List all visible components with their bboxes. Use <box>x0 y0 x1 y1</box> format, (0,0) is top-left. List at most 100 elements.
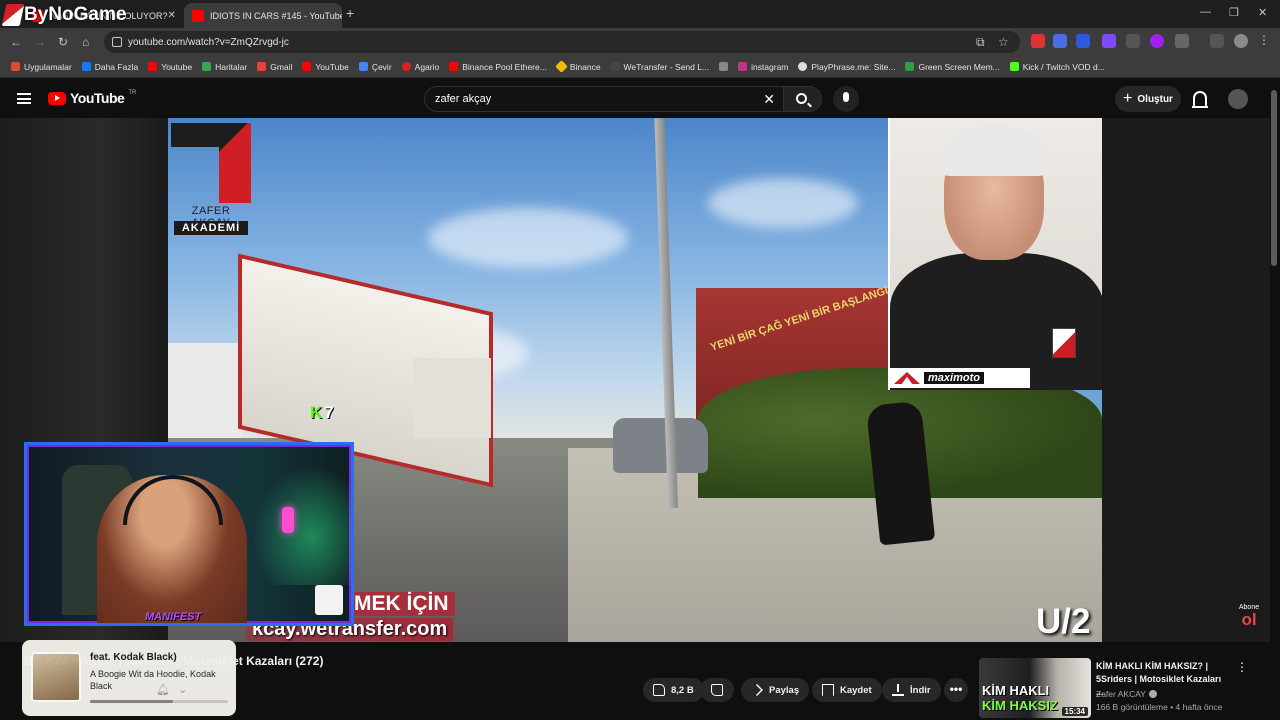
restore-icon[interactable]: ❐ <box>1229 6 1239 19</box>
reload-icon[interactable]: ↻ <box>58 35 68 49</box>
kick-icon: K <box>310 403 323 422</box>
share-button[interactable]: Paylaş <box>741 678 810 702</box>
bookmark-more[interactable]: Daha Fazla <box>77 62 143 72</box>
like-count: 8,2 B <box>671 684 694 696</box>
save-label: Kaydet <box>840 684 872 696</box>
bookmark-wetransfer[interactable]: WeTransfer - Send L... <box>606 62 715 72</box>
minimize-icon[interactable]: — <box>1200 6 1211 18</box>
forward-icon[interactable]: → <box>34 35 46 49</box>
bookmark-label: Gmail <box>270 61 293 72</box>
install-app-icon[interactable]: ⧉ <box>976 35 985 50</box>
extension-profile-icon[interactable] <box>1150 34 1164 48</box>
home-icon[interactable]: ⌂ <box>82 35 89 49</box>
video-caption-1: MEK İÇİN <box>348 592 455 616</box>
bookmark-greenscreen[interactable]: Green Screen Mem... <box>900 62 1004 72</box>
bookmark-label: YouTube <box>315 61 349 72</box>
notifications-bell-icon[interactable] <box>1192 91 1208 108</box>
close-window-icon[interactable]: ✕ <box>1258 6 1267 19</box>
recommended-channel[interactable]: Zafer AKCAY <box>1096 689 1157 699</box>
thumb-text-1: KİM HAKLI <box>982 683 1050 698</box>
page-scrollbar[interactable] <box>1271 90 1277 266</box>
translate-icon <box>358 62 368 71</box>
bookmark-maps[interactable]: Haritalar <box>197 62 252 72</box>
browser-tab-strip: ByNoGame NASIN BASIN NE OLUYOR? ✕ IDIOTS… <box>0 0 1280 28</box>
bookmark-gmail[interactable]: Gmail <box>252 62 297 72</box>
recommended-more-icon[interactable]: ⋮ <box>1236 660 1248 674</box>
recommended-meta: 166 B görüntüleme • 4 hafta önce <box>1096 702 1223 712</box>
album-art <box>31 652 81 702</box>
abone-big: ol <box>1241 610 1257 629</box>
tab-2[interactable]: IDIOTS IN CARS #145 - YouTube ✕ <box>184 3 342 28</box>
download-button[interactable]: İndir <box>882 678 941 702</box>
bell-icon[interactable]: 🔔︎ <box>156 683 170 696</box>
bookmark-instagram[interactable]: instagram <box>733 62 793 72</box>
search-input[interactable]: zafer akçay ✕ <box>424 86 784 112</box>
tab-close-icon[interactable]: ✕ <box>168 10 176 21</box>
bookmark-label: Uygulamalar <box>24 61 72 72</box>
more-actions-button[interactable]: ••• <box>944 678 968 702</box>
extensions-puzzle-icon[interactable] <box>1175 34 1189 48</box>
extension-screenshot-icon[interactable] <box>1126 34 1140 48</box>
browser-menu-icon[interactable]: ⋮ <box>1258 34 1272 48</box>
extension-pen-icon[interactable] <box>1102 34 1116 48</box>
extension-new-icon[interactable] <box>1031 34 1045 48</box>
bookmark-binance[interactable]: Binance <box>552 60 606 73</box>
streamer-logo-text: ByNoGame <box>24 4 127 25</box>
extension-translate-icon[interactable] <box>1053 34 1067 48</box>
green-light <box>252 465 351 585</box>
bookmark-apps[interactable]: Uygulamalar <box>6 62 77 72</box>
share-icon <box>751 684 763 696</box>
bookmark-label: instagram <box>751 61 789 72</box>
recommended-video-thumbnail[interactable]: KİM HAKLI KİM HAKSIZ 15:34 <box>979 658 1091 718</box>
create-button[interactable]: + Oluştur <box>1115 86 1181 112</box>
menu-hamburger-icon[interactable] <box>17 93 31 104</box>
dislike-button[interactable] <box>700 678 734 702</box>
like-button[interactable]: 8,2 B <box>643 678 704 702</box>
agario-icon <box>401 62 411 71</box>
bookmark-agario[interactable]: Agario <box>397 62 445 72</box>
playphrase-icon <box>798 62 808 71</box>
youtube-icon <box>449 62 459 71</box>
like-thumb-icon <box>653 684 665 696</box>
bookmark-kick[interactable]: Kick / Twitch VOD d... <box>1005 62 1110 72</box>
save-button[interactable]: Kaydet <box>812 678 882 702</box>
bookmark-label: PlayPhrase.me: Site... <box>811 61 896 72</box>
profile-avatar-icon[interactable] <box>1234 34 1248 48</box>
bookmark-playphrase[interactable]: PlayPhrase.me: Site... <box>793 62 900 72</box>
apps-grid-icon <box>11 62 20 71</box>
clear-search-icon[interactable]: ✕ <box>763 91 775 108</box>
new-tab-button[interactable]: + <box>346 5 354 21</box>
bookmark-youtube-2[interactable]: YouTube <box>297 62 353 72</box>
brand-line2: AKADEMİ <box>174 221 248 235</box>
bookmark-star-icon[interactable]: ☆ <box>998 35 1009 49</box>
search-icon <box>796 93 807 104</box>
bookmark-translate[interactable]: Çevir <box>354 62 397 72</box>
channel-name: Zafer AKCAY <box>1096 689 1146 699</box>
bookmarks-bar: Uygulamalar Daha Fazla Youtube Haritalar… <box>0 56 1280 78</box>
maximoto-text: maximoto <box>924 372 984 384</box>
site-info-icon[interactable] <box>112 37 122 47</box>
account-avatar[interactable] <box>1228 89 1248 109</box>
track-progress-bar[interactable] <box>90 700 228 703</box>
kick-icon <box>1009 62 1019 71</box>
bookmark-label: Daha Fazla <box>94 61 139 72</box>
now-playing-card[interactable]: feat. Kodak Black) A Boogie Wit da Hoodi… <box>22 640 236 716</box>
bookmark-label: WeTransfer - Send L... <box>623 61 710 72</box>
van <box>168 343 243 438</box>
search-button[interactable] <box>784 86 822 112</box>
bookmark-label: Binance <box>569 61 601 72</box>
reading-list-icon[interactable] <box>1210 34 1224 48</box>
youtube-logo[interactable]: YouTube TR <box>48 90 136 106</box>
extension-audio-icon[interactable] <box>1076 34 1090 48</box>
mic-light <box>282 507 294 533</box>
url-field[interactable]: youtube.com/watch?v=ZmQZrvgd-jc <box>104 31 1020 53</box>
za-shirt-logo-icon <box>1052 328 1076 358</box>
subscribe-watermark[interactable]: Abone ol <box>1237 604 1261 628</box>
back-icon[interactable]: ← <box>10 35 22 49</box>
voice-search-mic-icon[interactable] <box>833 86 859 112</box>
chevron-down-icon[interactable]: ⌄ <box>178 683 187 696</box>
verified-check-icon <box>1148 690 1157 698</box>
bookmark-binance-pool[interactable]: Binance Pool Ethere... <box>444 62 552 72</box>
bookmark-youtube[interactable]: Youtube <box>143 62 197 72</box>
maximoto-logo-icon <box>894 372 920 384</box>
